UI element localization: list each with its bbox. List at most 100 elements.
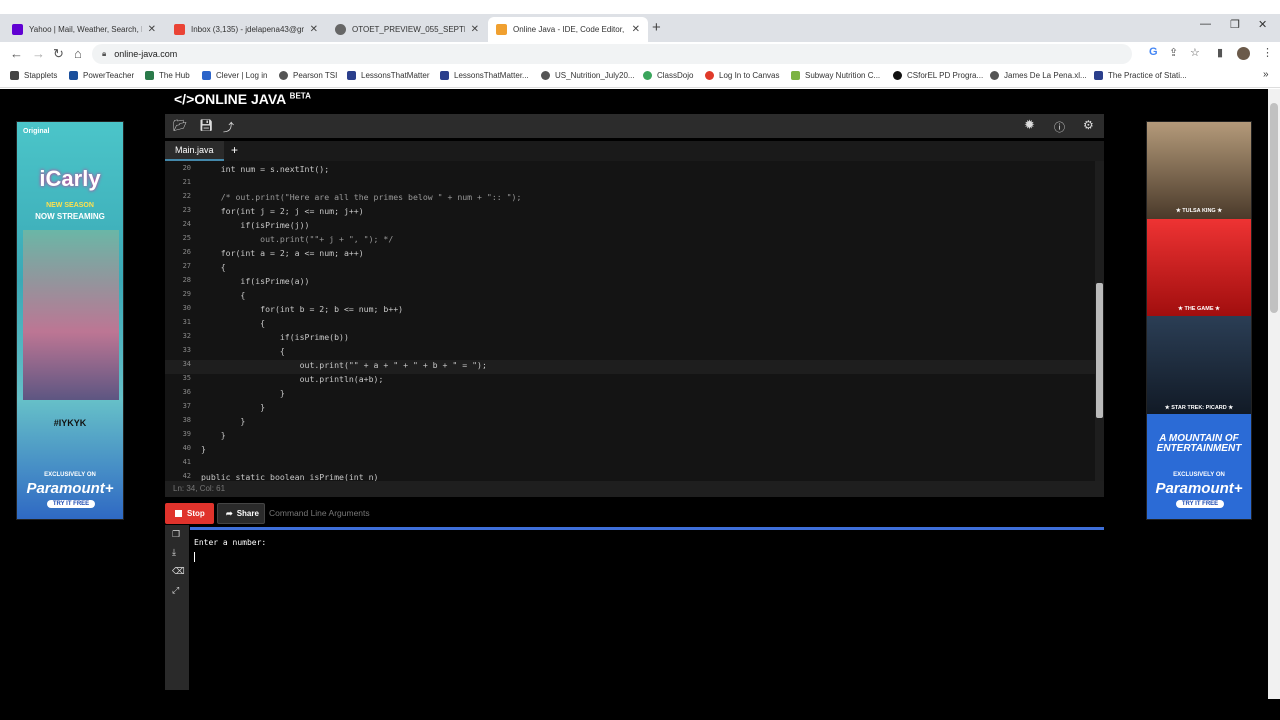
line-number: 41 [182,458,191,466]
page-scroll-thumb[interactable] [1270,103,1278,313]
terminal-sidebar: ❐ ⤓ ⌫ ⤢ [165,525,189,690]
code-line: 22 /* out.print("Here are all the primes… [165,192,1095,206]
expand-icon[interactable]: ⤢ [172,585,179,596]
browser-tab-preview[interactable]: OTOET_PREVIEW_055_SEPTEMB ✕ [327,17,487,42]
stop-button[interactable]: Stop [165,503,214,524]
bookmark-icon [145,71,154,80]
bookmark-item[interactable]: Pearson TSI [279,71,337,80]
bookmark-item[interactable]: Clever | Log in [202,71,267,80]
theme-gear-icon[interactable]: ✹ [1024,117,1035,133]
terminal-output[interactable]: Enter a number: [190,530,1104,690]
code-editor[interactable]: 20 int num = s.nextInt(); 21 22 /* out.pri… [165,161,1104,481]
save-icon[interactable]: 💾︎ [199,119,213,132]
close-icon[interactable]: ✕ [632,24,640,35]
stop-label: Stop [187,509,205,518]
code-text: for(int a = 2; a <= num; a++) [201,248,364,258]
file-tab-main-java[interactable]: Main.java [165,141,224,161]
browser-tab-gmail[interactable]: Inbox (3,135) - jdelapena43@gm ✕ [166,17,326,42]
close-icon[interactable]: ✕ [148,24,156,35]
left-ad-banner[interactable]: Original iCarly NEW SEASON NOW STREAMING… [16,121,124,520]
window-close-icon[interactable]: ✕ [1258,18,1267,31]
code-text: { [201,262,226,272]
browser-tab-online-java[interactable]: Online Java - IDE, Code Editor, C ✕ [488,17,648,42]
code-text: /* out.print("Here are all the primes be… [201,192,522,202]
open-folder-icon[interactable]: 📂︎ [173,119,187,132]
site-logo[interactable]: </>ONLINE JAVA BETA [174,91,311,107]
line-number: 36 [182,388,191,396]
settings-icon[interactable]: ⚙ [1083,118,1094,132]
right-ad-banner[interactable]: ★ TULSA KING ★ ★ THE GAME ★ ★ STAR TREK:… [1146,121,1252,520]
eraser-icon[interactable]: ⌫ [172,566,185,577]
bookmark-star-icon[interactable]: ☆ [1190,46,1200,59]
new-tab-button[interactable]: + [652,19,661,36]
browser-tab-yahoo[interactable]: Yahoo | Mail, Weather, Search, Po ✕ [4,17,164,42]
code-text: out.print("" + a + " + " + b + " = "); [201,360,487,370]
bookmark-item[interactable]: LessonsThatMatter... [440,71,529,80]
sidebar-icon[interactable]: ▮ [1217,46,1223,59]
command-line-args-input[interactable]: Command Line Arguments [269,503,389,524]
bookmark-label: LessonsThatMatter... [454,71,529,80]
code-text: out.println(a+b); [201,374,384,384]
code-line: 24 if(isPrime(j)) [165,220,1095,234]
share-icon[interactable]: ⤴ [223,119,234,135]
ad-show-title: iCarly [39,166,101,191]
code-text: if(isPrime(j)) [201,220,310,230]
google-icon[interactable]: G [1149,46,1158,58]
more-bookmarks-icon[interactable]: » [1263,69,1269,80]
bookmark-item[interactable]: Subway Nutrition C... [791,71,880,80]
close-icon[interactable]: ✕ [471,24,479,35]
line-number: 20 [182,164,191,172]
bookmark-item[interactable]: PowerTeacher [69,71,134,80]
bookmark-item[interactable]: CSforEL PD Progra... [893,71,983,80]
logo-beta: BETA [289,91,311,101]
bookmark-item[interactable]: Stapplets [10,71,57,80]
ad-tagline: A MOUNTAIN OF ENTERTAINMENT [1156,433,1242,454]
menu-icon[interactable]: ⋮ [1262,46,1273,59]
ad-cta-button[interactable]: TRY IT FREE [47,500,95,508]
forward-icon[interactable]: → [32,46,45,61]
bookmark-label: The Practice of Stati... [1108,71,1187,80]
editor-scrollbar[interactable] [1095,161,1104,481]
bookmark-icon [643,71,652,80]
url-bar[interactable]: 🔒︎ online-java.com [92,44,1132,64]
code-line: 36 } [165,388,1095,402]
code-line: 41 [165,458,1095,472]
editor-scroll-thumb[interactable] [1096,283,1103,418]
download-icon[interactable]: ⤓ [172,547,176,558]
minimize-icon[interactable]: — [1200,18,1211,30]
add-file-button[interactable]: + [231,143,238,157]
bookmark-item[interactable]: James De La Pena.xl... [990,71,1087,80]
bookmark-item[interactable]: US_Nutrition_July20... [541,71,635,80]
maximize-icon[interactable]: ❐ [1230,18,1240,31]
bookmark-item[interactable]: ClassDojo [643,71,693,80]
bookmark-label: Stapplets [24,71,58,80]
bookmark-icon [990,71,999,80]
bookmark-item[interactable]: The Hub [145,71,190,80]
info-icon[interactable]: ⓘ [1054,119,1065,135]
tab-title: OTOET_PREVIEW_055_SEPTEMB [352,25,465,34]
bookmarks-bar: Stapplets PowerTeacher The Hub Clever | … [0,66,1280,88]
reload-icon[interactable]: ↻ [53,46,64,62]
ad-photo [1147,122,1251,219]
bookmark-icon [705,71,714,80]
share-page-icon[interactable]: ⇪ [1169,46,1178,59]
ad-brand: Original [23,128,50,135]
page-scrollbar[interactable] [1268,89,1280,699]
ad-service: Paramount+ [1155,480,1243,497]
code-line: 21 [165,178,1095,192]
bookmark-item[interactable]: LessonsThatMatter [347,71,429,80]
close-icon[interactable]: ✕ [310,24,318,35]
bottom-bar [0,699,1280,720]
bookmark-item[interactable]: Log In to Canvas [705,71,779,80]
profile-avatar[interactable] [1237,47,1250,60]
code-text: if(isPrime(b)) [201,332,349,342]
code-text: int num = s.nextInt(); [201,164,330,174]
copy-icon[interactable]: ❐ [172,529,180,540]
bookmark-item[interactable]: The Practice of Stati... [1094,71,1187,80]
ad-photo [23,230,119,400]
share-button[interactable]: ➦ Share [217,503,265,524]
ad-cta-button[interactable]: TRY IT FREE [1176,500,1224,508]
bookmark-label: Pearson TSI [293,71,338,80]
back-icon[interactable]: ← [10,46,23,61]
home-icon[interactable]: ⌂ [74,46,82,61]
